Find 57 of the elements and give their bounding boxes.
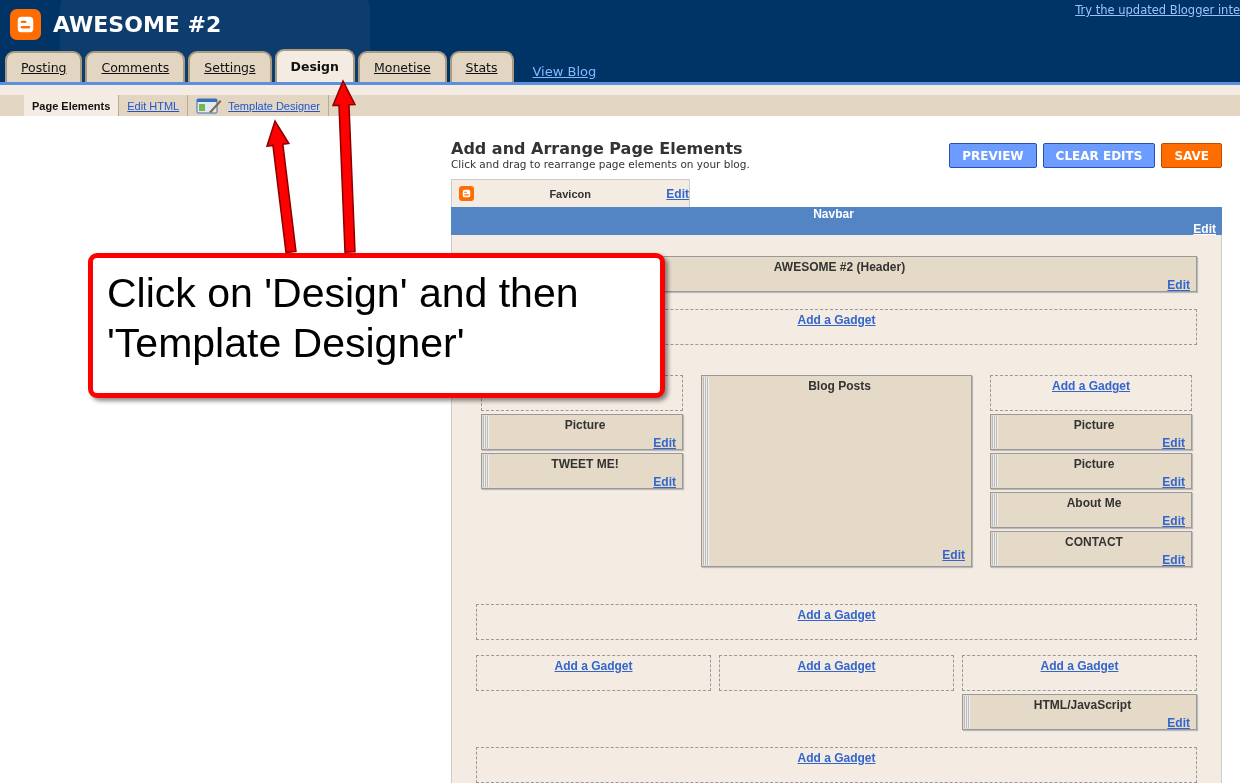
nav-tab[interactable]: Design	[274, 49, 355, 82]
blogger-logo-icon	[459, 186, 474, 201]
edit-link[interactable]: Edit	[942, 548, 965, 562]
edit-link[interactable]: Edit	[666, 186, 689, 201]
page-element[interactable]: CONTACT Edit	[990, 531, 1192, 567]
page-element[interactable]: TWEET ME! Edit	[481, 453, 683, 489]
page-element[interactable]: Picture Edit	[481, 414, 683, 450]
navbar-label: Navbar	[813, 208, 854, 221]
edit-link[interactable]: Edit	[653, 475, 676, 489]
blogger-logo-icon	[10, 8, 41, 40]
add-gadget-link[interactable]: Add a Gadget	[797, 751, 876, 782]
element-title: About Me	[1066, 496, 1122, 510]
element-title: Picture	[1073, 457, 1115, 471]
element-title: AWESOME #2 (Header)	[773, 260, 906, 274]
edit-link[interactable]: Edit	[653, 436, 676, 450]
page-element[interactable]: Blog Posts Edit	[701, 375, 972, 567]
element-title: Blog Posts	[808, 379, 871, 393]
element-title: CONTACT	[1065, 535, 1123, 549]
edit-link[interactable]: Edit	[1162, 514, 1185, 528]
edit-link[interactable]: Edit	[1167, 716, 1190, 730]
nav-tab[interactable]: Settings	[188, 51, 272, 82]
page-element[interactable]: About Me Edit	[990, 492, 1192, 528]
blog-title: AWESOME #2	[53, 11, 222, 37]
page-element[interactable]: Picture Edit	[990, 453, 1192, 489]
nav-tab[interactable]: Monetise	[357, 51, 447, 82]
edit-link[interactable]: Edit	[1193, 222, 1216, 236]
nav-tab[interactable]: Comments	[85, 51, 186, 82]
edit-link[interactable]: Edit	[1162, 436, 1185, 450]
nav-tab[interactable]: Posting	[5, 51, 83, 82]
toolbar-button[interactable]: PREVIEW	[949, 143, 1037, 168]
add-gadget-link[interactable]: Add a Gadget	[1052, 379, 1130, 410]
subnav-link[interactable]: Template Designer	[188, 95, 329, 116]
toolbar-button[interactable]: CLEAR EDITS	[1042, 143, 1156, 168]
updated-interface-link[interactable]: Try the updated Blogger inte	[1075, 3, 1240, 17]
template-designer-icon	[196, 97, 223, 114]
add-gadget-link[interactable]: Add a Gadget	[797, 313, 876, 344]
subnav-link[interactable]: Page Elements	[24, 95, 120, 116]
element-title: Picture	[564, 418, 606, 432]
save-button[interactable]: SAVE	[1161, 143, 1222, 168]
add-gadget-link[interactable]: Add a Gadget	[554, 659, 633, 690]
edit-link[interactable]: Edit	[1162, 475, 1185, 489]
subnav-link[interactable]: Edit HTML	[119, 95, 189, 116]
view-blog-link[interactable]: View Blog	[532, 64, 597, 79]
edit-link[interactable]: Edit	[1167, 278, 1190, 292]
page-subtitle: Click and drag to rearrange page elements on your blog.	[451, 158, 750, 170]
page-element[interactable]: Picture Edit	[990, 414, 1192, 450]
page-heading: Add and Arrange Page Elements	[451, 139, 744, 158]
element-title: HTML/JavaScript	[1033, 698, 1132, 712]
element-title: TWEET ME!	[551, 457, 619, 471]
page-element[interactable]: HTML/JavaScript Edit	[962, 694, 1197, 730]
element-title: Picture	[1073, 418, 1115, 432]
favicon-label: Favicon	[548, 187, 592, 200]
add-gadget-link[interactable]: Add a Gadget	[797, 608, 876, 639]
add-gadget-link[interactable]: Add a Gadget	[797, 659, 876, 690]
add-gadget-link[interactable]: Add a Gadget	[1040, 659, 1119, 690]
edit-link[interactable]: Edit	[1162, 553, 1185, 567]
nav-tab[interactable]: Stats	[449, 51, 514, 82]
